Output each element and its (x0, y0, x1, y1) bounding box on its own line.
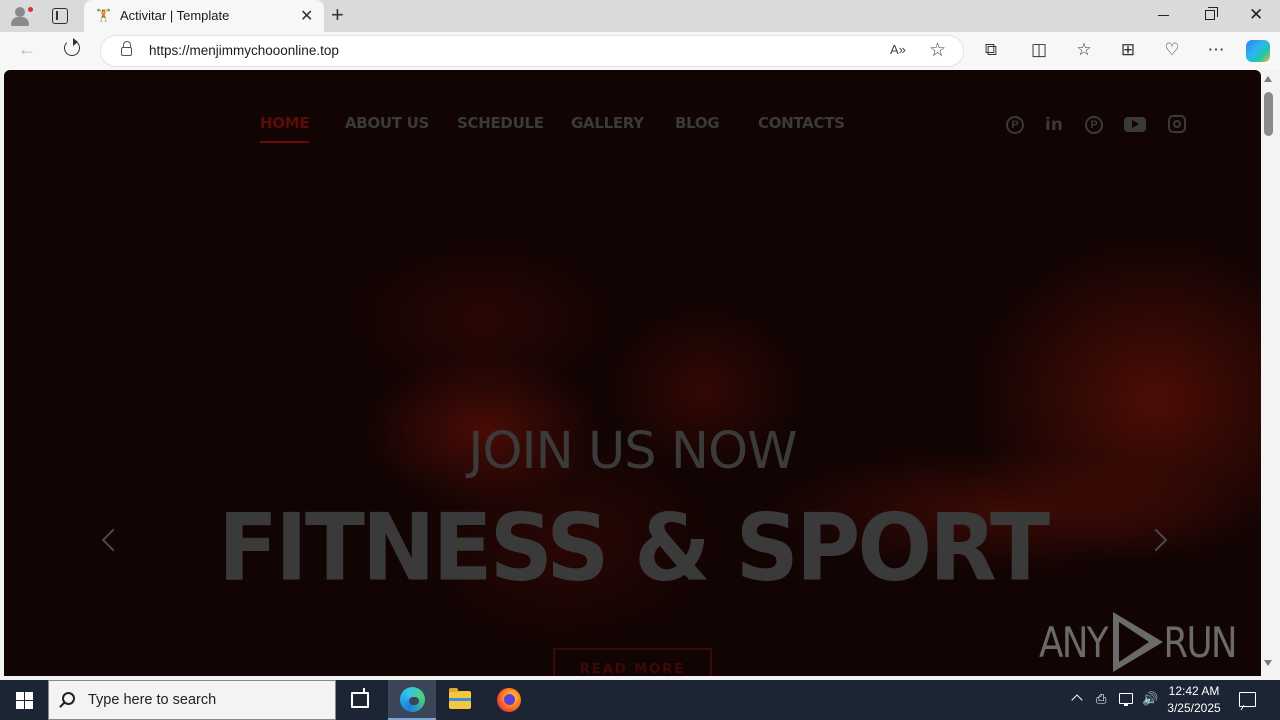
lock-icon[interactable] (121, 41, 132, 56)
settings-more-icon[interactable]: ⋯ (1204, 38, 1228, 62)
address-bar[interactable]: https://menjimmychooonline.top A» ☆ (100, 35, 964, 67)
extensions-icon[interactable]: ⧉ (979, 38, 1003, 62)
firefox-icon[interactable] (497, 688, 521, 712)
nav-schedule[interactable]: SCHEDULE (457, 114, 544, 138)
new-tab-button[interactable]: + (331, 3, 344, 27)
favorites-icon[interactable]: ☆ (1072, 38, 1096, 62)
network-icon[interactable] (1119, 693, 1133, 706)
nav-contacts[interactable]: CONTACTS (758, 114, 845, 138)
hero-title: FITNESS & SPORT (218, 493, 1050, 602)
read-aloud-icon[interactable]: A» (890, 42, 906, 57)
taskbar-search-box[interactable]: Type here to search (48, 680, 336, 720)
nav-gallery[interactable]: GALLERY (571, 114, 644, 138)
tab-actions-icon[interactable] (52, 8, 68, 24)
restore-window-button[interactable] (1205, 7, 1218, 20)
url-text[interactable]: https://menjimmychooonline.top (149, 43, 339, 58)
anyrun-watermark-logo: ANY RUN (1038, 610, 1239, 672)
reload-button[interactable] (62, 38, 82, 58)
scrollbar-thumb[interactable] (1264, 92, 1273, 136)
browser-tab-active[interactable]: 🏋 Activitar | Template ✕ (84, 0, 324, 32)
file-explorer-icon[interactable] (449, 688, 471, 709)
clock-date[interactable]: 3/25/2025 (1160, 701, 1228, 715)
nav-home[interactable]: HOME (260, 114, 310, 143)
taskbar-edge-button[interactable] (388, 680, 436, 720)
youtube-icon[interactable] (1124, 117, 1146, 132)
minimize-window-button[interactable] (1158, 15, 1169, 16)
tab-title: Activitar | Template (120, 8, 230, 23)
search-icon (62, 692, 75, 705)
web-page-hero: HOME ABOUT US SCHEDULE GALLERY BLOG CONT… (4, 70, 1261, 676)
scroll-down-arrow-icon[interactable] (1264, 660, 1272, 666)
show-hidden-icons-chevron-icon[interactable] (1071, 694, 1083, 706)
instagram-icon[interactable] (1168, 115, 1186, 133)
copilot-icon[interactable] (1246, 40, 1270, 62)
browser-toolbar: ← https://menjimmychooonline.top A» ☆ ⧉ … (0, 32, 1280, 70)
tab-close-icon[interactable]: ✕ (300, 6, 313, 26)
nav-blog[interactable]: BLOG (675, 114, 720, 138)
profile-icon[interactable] (8, 4, 34, 28)
browser-tab-bar: 🏋 Activitar | Template ✕ + ✕ (0, 0, 1280, 32)
dumbbell-favicon-icon: 🏋 (96, 8, 111, 22)
search-placeholder: Type here to search (88, 692, 217, 708)
profile-notification-dot (27, 6, 34, 13)
task-view-icon[interactable] (351, 688, 369, 708)
hero-subtitle: JOIN US NOW (468, 422, 797, 481)
collections-icon[interactable]: ⊞ (1116, 38, 1140, 62)
page-scrollbar[interactable] (1261, 70, 1276, 676)
browser-essentials-icon[interactable]: ♡ (1160, 38, 1184, 62)
linkedin-icon[interactable]: in (1043, 114, 1065, 136)
pinterest-icon[interactable]: P (1006, 116, 1024, 134)
windows-taskbar: Type here to search ⎙ 🔊 12:42 AM 3/25/20… (0, 680, 1280, 720)
read-more-button[interactable]: READ MORE (553, 648, 712, 676)
scroll-up-arrow-icon[interactable] (1264, 76, 1272, 82)
close-window-button[interactable]: ✕ (1249, 5, 1263, 25)
play-icon (1113, 612, 1163, 672)
speaker-volume-icon[interactable]: 🔊 (1142, 691, 1158, 707)
clock-time[interactable]: 12:42 AM (1160, 684, 1228, 698)
meet-now-icon[interactable]: ⎙ (1096, 691, 1106, 707)
back-button[interactable]: ← (18, 39, 36, 60)
watermark-text-left: ANY (1038, 618, 1109, 667)
add-favorite-star-icon[interactable]: ☆ (929, 39, 946, 62)
notifications-icon[interactable] (1239, 692, 1256, 707)
split-screen-icon[interactable]: ◫ (1027, 38, 1051, 62)
watermark-text-right: RUN (1163, 618, 1237, 667)
edge-icon (400, 687, 425, 712)
nav-about-us[interactable]: ABOUT US (345, 114, 429, 138)
start-windows-icon[interactable] (16, 692, 33, 709)
pinterest-icon[interactable]: P (1085, 116, 1103, 134)
